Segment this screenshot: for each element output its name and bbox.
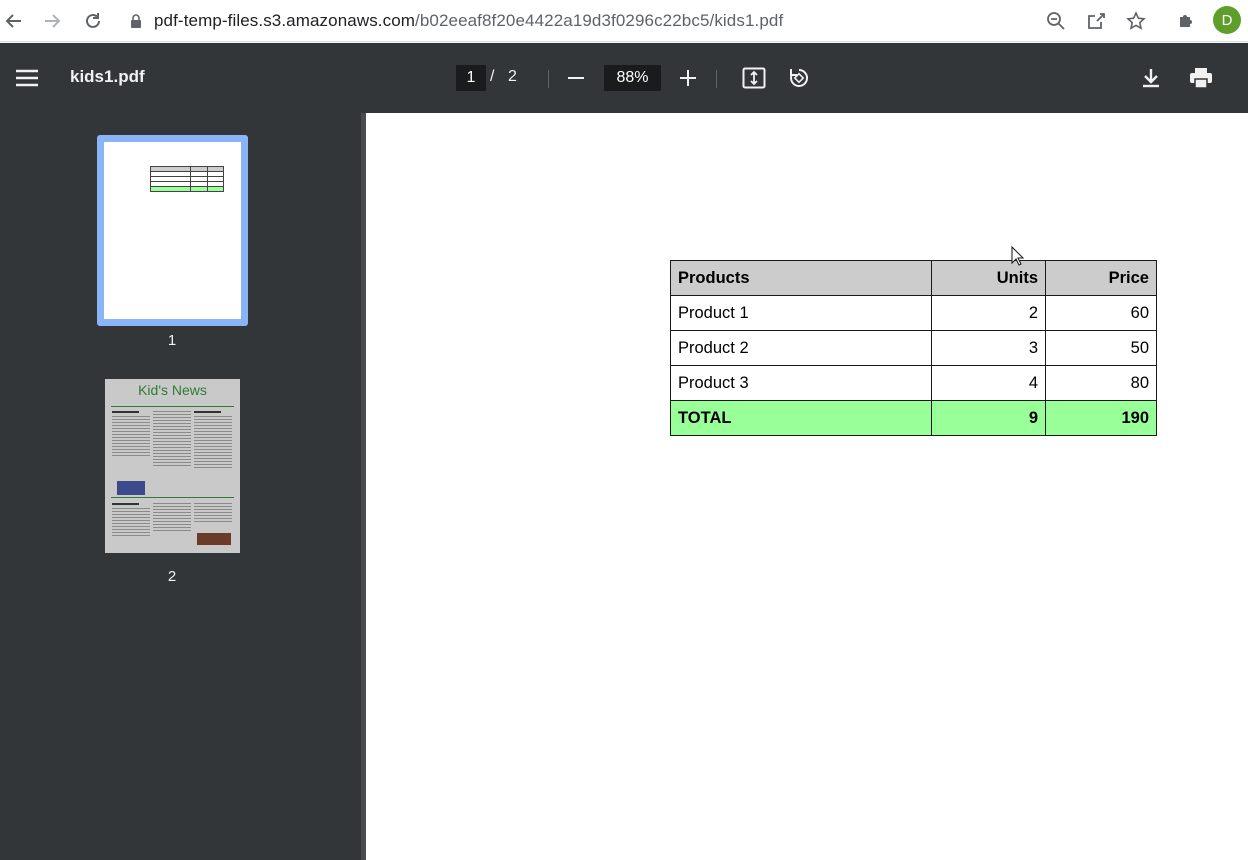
thumbnail-mini-table xyxy=(150,166,224,192)
header-price: Price xyxy=(1045,260,1157,296)
cell-product: Product 3 xyxy=(670,365,932,401)
browser-bar: pdf-temp-files.s3.amazonaws.com/b02eeaf8… xyxy=(0,0,1248,42)
toolbar-divider xyxy=(716,70,717,88)
zoom-level-input[interactable]: 88% xyxy=(604,65,661,91)
back-arrow-icon xyxy=(5,14,21,28)
pdf-toolbar: kids1.pdf 1 / 2 88% xyxy=(0,43,1248,113)
url-path: /b02eeaf8f20e4422a19d3f0296c22bc5/kids1.… xyxy=(415,11,784,30)
table-total-row: TOTAL 9 190 xyxy=(670,400,1157,436)
thumbnail-2-column xyxy=(194,503,232,524)
address-bar[interactable]: pdf-temp-files.s3.amazonaws.com/b02eeaf8… xyxy=(130,8,783,34)
reload-icon xyxy=(86,13,100,28)
products-table: Products Units Price Product 1 2 60 Prod… xyxy=(670,260,1157,436)
table-header-row: Products Units Price xyxy=(670,260,1157,296)
back-button[interactable] xyxy=(0,7,28,35)
lock-icon xyxy=(131,14,141,28)
toolbar-divider xyxy=(548,70,549,88)
header-units: Units xyxy=(931,260,1046,296)
plus-icon xyxy=(680,70,696,86)
share-button[interactable] xyxy=(1082,7,1110,35)
cell-units: 2 xyxy=(931,295,1046,331)
star-icon xyxy=(1126,11,1146,30)
header-products: Products xyxy=(670,260,932,296)
thumbnail-2-column xyxy=(194,411,232,470)
file-title: kids1.pdf xyxy=(70,67,145,86)
extensions-button[interactable] xyxy=(1172,7,1200,35)
pdf-page: Products Units Price Product 1 2 60 Prod… xyxy=(366,113,1248,860)
download-icon xyxy=(1143,69,1159,88)
cell-price: 80 xyxy=(1045,365,1157,401)
minus-icon xyxy=(568,77,584,79)
zoom-indicator-button[interactable] xyxy=(1042,7,1070,35)
thumbnail-label-2: 2 xyxy=(167,568,177,585)
table-row: Product 2 3 50 xyxy=(670,330,1157,366)
fit-to-page-icon xyxy=(742,67,766,89)
profile-avatar[interactable]: D xyxy=(1213,6,1241,34)
cell-units: 4 xyxy=(931,365,1046,401)
thumbnail-2-column xyxy=(153,411,191,468)
total-pages: 2 xyxy=(508,68,517,85)
bookmark-button[interactable] xyxy=(1122,7,1150,35)
forward-arrow-icon xyxy=(45,14,61,28)
zoom-out-button[interactable] xyxy=(560,62,592,94)
puzzle-icon xyxy=(1180,15,1192,27)
thumbnail-2-image xyxy=(197,533,231,545)
thumbnail-2-image xyxy=(117,481,145,495)
rotate-button[interactable] xyxy=(783,62,815,94)
table-row: Product 1 2 60 xyxy=(670,295,1157,331)
printer-icon xyxy=(1190,68,1212,89)
table-row: Product 3 4 80 xyxy=(670,365,1157,401)
mouse-cursor-icon xyxy=(1011,246,1025,266)
download-button[interactable] xyxy=(1135,62,1167,94)
total-label: TOTAL xyxy=(670,400,932,436)
thumbnail-label-1: 1 xyxy=(167,332,177,349)
total-units: 9 xyxy=(931,400,1046,436)
thumbnail-2-column xyxy=(153,503,191,533)
cell-price: 50 xyxy=(1045,330,1157,366)
url-host: pdf-temp-files.s3.amazonaws.com xyxy=(154,11,416,30)
rotate-counterclockwise-icon xyxy=(790,68,808,87)
cell-product: Product 1 xyxy=(670,295,932,331)
hamburger-menu-icon xyxy=(16,69,38,87)
menu-button[interactable] xyxy=(11,62,43,94)
thumbnail-2-rule xyxy=(111,497,234,498)
thumbnail-2-subtitle-line xyxy=(105,398,240,404)
thumbnail-page-1[interactable] xyxy=(97,135,248,326)
print-button[interactable] xyxy=(1185,62,1217,94)
thumbnail-2-rule xyxy=(111,406,234,407)
zoom-in-button[interactable] xyxy=(672,62,704,94)
page-separator: / xyxy=(490,68,495,85)
page-number-input[interactable]: 1 xyxy=(456,65,486,91)
zoom-out-magnifier-icon xyxy=(1047,12,1065,30)
fit-page-button[interactable] xyxy=(738,62,770,94)
thumbnail-2-column xyxy=(112,411,150,458)
forward-button[interactable] xyxy=(38,7,66,35)
url-text: pdf-temp-files.s3.amazonaws.com/b02eeaf8… xyxy=(154,11,783,31)
thumbnail-page-2[interactable]: Kid's News xyxy=(105,379,240,553)
share-icon xyxy=(1088,13,1105,29)
thumbnail-2-column xyxy=(112,503,150,538)
total-price: 190 xyxy=(1045,400,1157,436)
cell-price: 60 xyxy=(1045,295,1157,331)
thumbnail-page-1-content xyxy=(104,142,241,319)
cell-product: Product 2 xyxy=(670,330,932,366)
thumbnail-sidebar: 1 Kid's News 2 xyxy=(0,113,361,860)
thumbnail-2-title: Kid's News xyxy=(138,382,207,398)
reload-button[interactable] xyxy=(79,7,107,35)
cell-units: 3 xyxy=(931,330,1046,366)
